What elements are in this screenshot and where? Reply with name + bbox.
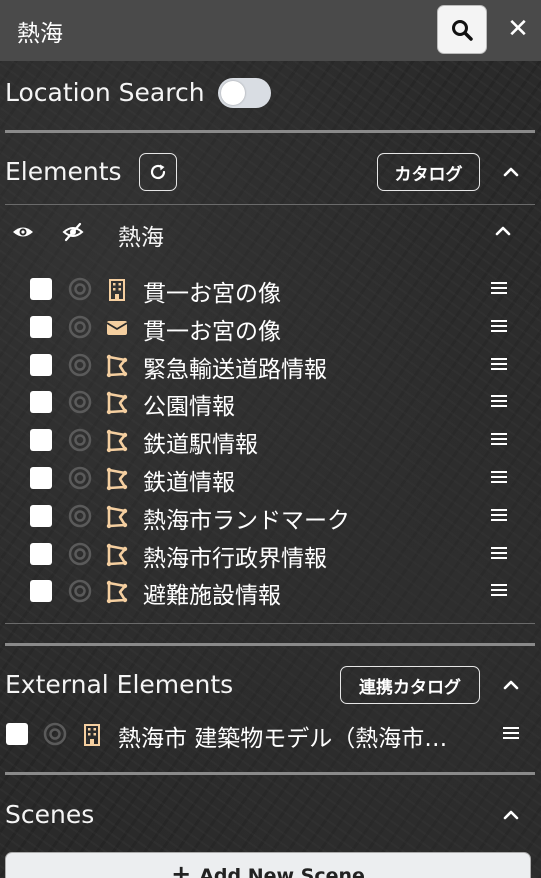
refresh-button[interactable] xyxy=(139,153,177,191)
list-item[interactable]: 熱海市 建築物モデル（熱海市… xyxy=(0,715,541,753)
hide-all-eye-slash-icon[interactable] xyxy=(62,221,84,243)
focus-target-icon[interactable] xyxy=(68,277,92,301)
external-collapse-chevron-icon[interactable] xyxy=(500,674,522,696)
list-item[interactable]: 熱海市行政界情報 xyxy=(0,535,541,573)
drag-handle-icon[interactable] xyxy=(490,393,508,409)
drag-handle-icon[interactable] xyxy=(490,280,508,296)
visibility-checkbox[interactable] xyxy=(30,580,52,603)
add-scene-label: Add New Scene xyxy=(199,865,365,878)
toggle-knob xyxy=(221,81,245,105)
building-icon xyxy=(109,279,125,301)
item-label: 鉄道駅情報 xyxy=(143,432,258,459)
section-divider xyxy=(5,643,535,646)
item-label: 避難施設情報 xyxy=(143,583,281,610)
map-polygon-icon xyxy=(106,543,128,566)
list-end-divider xyxy=(5,623,535,624)
focus-target-icon[interactable] xyxy=(43,722,67,746)
focus-target-icon[interactable] xyxy=(68,542,92,566)
map-polygon-icon xyxy=(106,581,128,604)
external-elements-title: External Elements xyxy=(5,670,234,699)
focus-target-icon[interactable] xyxy=(68,504,92,528)
item-label: 熱海市行政界情報 xyxy=(143,545,327,572)
drag-handle-icon[interactable] xyxy=(490,582,508,598)
item-label: 貫一お宮の像 xyxy=(143,318,281,345)
location-search-toggle[interactable] xyxy=(218,78,271,108)
scenes-collapse-chevron-icon[interactable] xyxy=(500,804,522,826)
add-scene-button[interactable]: + Add New Scene xyxy=(5,852,531,878)
elements-collapse-chevron-icon[interactable] xyxy=(500,161,522,183)
map-polygon-icon xyxy=(106,354,128,377)
focus-target-icon[interactable] xyxy=(68,315,92,339)
envelope-icon xyxy=(106,320,128,335)
panel-title: 熱海 xyxy=(17,21,63,47)
visibility-checkbox[interactable] xyxy=(30,429,52,452)
catalog-button[interactable]: カタログ xyxy=(377,153,480,191)
visibility-checkbox[interactable] xyxy=(30,353,52,376)
drag-handle-icon[interactable] xyxy=(502,725,520,741)
item-label: 緊急輸送道路情報 xyxy=(143,356,327,383)
visibility-checkbox[interactable] xyxy=(30,391,52,414)
list-item[interactable]: 熱海市ランドマーク xyxy=(0,497,541,535)
close-button[interactable]: ✕ xyxy=(505,14,531,44)
list-item[interactable]: 鉄道情報 xyxy=(0,459,541,497)
item-label: 貫一お宮の像 xyxy=(143,281,281,307)
visibility-checkbox[interactable] xyxy=(30,542,52,565)
list-item[interactable]: 緊急輸送道路情報 xyxy=(0,346,541,384)
item-label: 鉄道情報 xyxy=(143,470,235,496)
focus-target-icon[interactable] xyxy=(68,428,92,452)
focus-target-icon[interactable] xyxy=(68,353,92,377)
list-item[interactable]: 貫一お宮の像 xyxy=(0,270,541,308)
map-polygon-icon xyxy=(106,429,128,453)
show-all-eye-icon[interactable] xyxy=(12,222,34,242)
focus-target-icon[interactable] xyxy=(68,466,92,490)
map-polygon-icon xyxy=(106,505,128,528)
group-collapse-chevron-icon[interactable] xyxy=(492,220,514,242)
list-item[interactable]: 避難施設情報 xyxy=(0,572,541,610)
drag-handle-icon[interactable] xyxy=(490,431,508,447)
search-icon xyxy=(452,19,473,41)
item-label: 公園情報 xyxy=(143,394,235,421)
visibility-checkbox[interactable] xyxy=(6,723,28,745)
visibility-checkbox[interactable] xyxy=(30,504,52,527)
group-name: 熱海 xyxy=(118,225,164,251)
elements-divider xyxy=(5,204,535,205)
elements-title: Elements xyxy=(5,157,122,186)
section-divider xyxy=(5,130,535,133)
search-button[interactable] xyxy=(437,5,487,54)
building-icon xyxy=(84,724,100,746)
map-polygon-icon xyxy=(106,467,128,491)
map-polygon-icon xyxy=(106,392,128,415)
drag-handle-icon[interactable] xyxy=(490,469,508,485)
list-item[interactable]: 鉄道駅情報 xyxy=(0,421,541,459)
focus-target-icon[interactable] xyxy=(68,579,92,603)
drag-handle-icon[interactable] xyxy=(490,318,508,334)
focus-target-icon[interactable] xyxy=(68,390,92,414)
scenes-title: Scenes xyxy=(5,800,95,829)
drag-handle-icon[interactable] xyxy=(490,356,508,372)
item-label: 熱海市 建築物モデル（熱海市… xyxy=(118,726,448,752)
refresh-icon xyxy=(150,164,166,180)
list-item[interactable]: 公園情報 xyxy=(0,383,541,421)
item-label: 熱海市ランドマーク xyxy=(143,507,350,534)
list-item[interactable]: 貫一お宮の像 xyxy=(0,308,541,346)
visibility-checkbox[interactable] xyxy=(30,278,52,300)
panel-header: 熱海 ✕ xyxy=(0,0,541,61)
linked-catalog-button[interactable]: 連携カタログ xyxy=(340,666,480,704)
visibility-checkbox[interactable] xyxy=(30,467,52,489)
drag-handle-icon[interactable] xyxy=(490,545,508,561)
location-search-label: Location Search xyxy=(5,78,205,107)
drag-handle-icon[interactable] xyxy=(490,507,508,523)
plus-icon: + xyxy=(171,860,192,878)
section-divider xyxy=(5,772,535,775)
visibility-checkbox[interactable] xyxy=(30,315,52,338)
